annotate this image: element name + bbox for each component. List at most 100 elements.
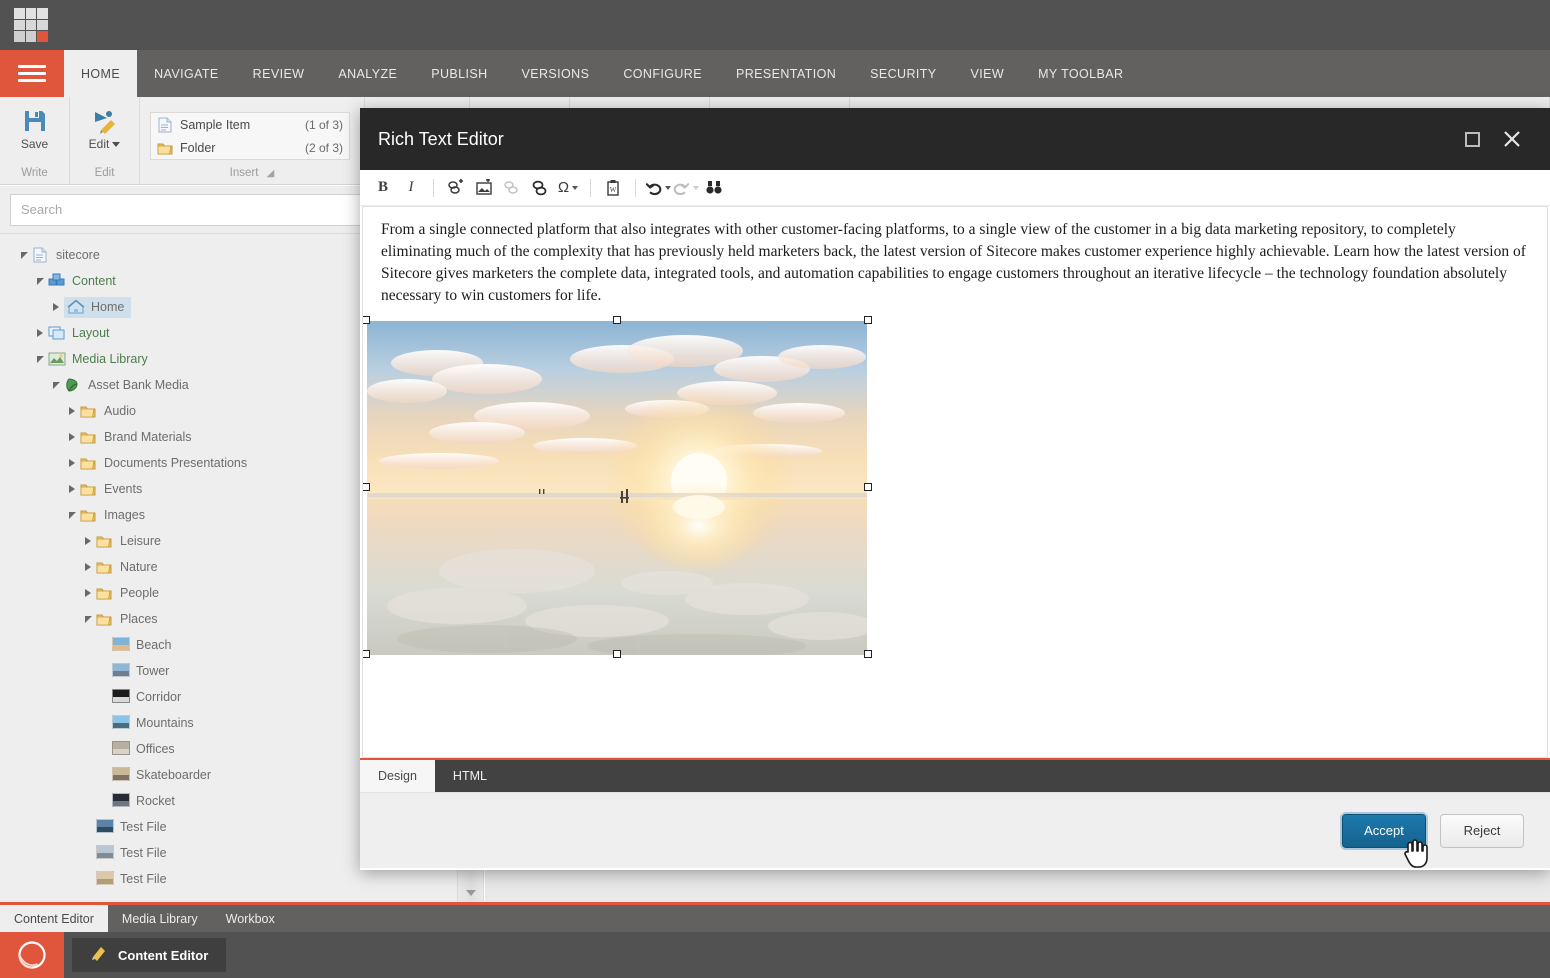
tree-item-label: Media Library [72, 352, 148, 366]
resize-handle-w[interactable] [363, 483, 370, 491]
collapse-toggle-icon[interactable] [68, 511, 76, 519]
reject-button[interactable]: Reject [1440, 813, 1524, 848]
ribbon-tab-versions[interactable]: VERSIONS [505, 50, 607, 97]
sitecore-logo[interactable] [14, 8, 48, 42]
expand-toggle-icon[interactable] [69, 485, 75, 493]
tree-toggle[interactable] [80, 845, 96, 861]
ribbon-tab-presentation[interactable]: PRESENTATION [719, 50, 853, 97]
bold-icon[interactable]: B [370, 175, 396, 201]
ribbon-tab-security[interactable]: SECURITY [853, 50, 953, 97]
editor-paragraph[interactable]: From a single connected platform that al… [363, 207, 1547, 307]
tree-toggle[interactable] [32, 351, 48, 367]
tree-toggle[interactable] [48, 299, 64, 315]
ribbon-tab-configure[interactable]: CONFIGURE [606, 50, 719, 97]
maximize-icon[interactable] [1452, 119, 1492, 159]
tree-toggle[interactable] [48, 377, 64, 393]
undo-icon[interactable] [645, 175, 671, 201]
tree-toggle[interactable] [64, 455, 80, 471]
find-replace-icon[interactable] [701, 175, 727, 201]
tree-toggle[interactable] [96, 715, 112, 731]
hyperlink-manager-icon[interactable] [527, 175, 553, 201]
tree-toggle[interactable] [96, 663, 112, 679]
insert-link-icon[interactable] [443, 175, 469, 201]
chevron-down-icon [112, 141, 121, 147]
expand-toggle-icon[interactable] [69, 407, 75, 415]
ribbon-tabs: HOME NAVIGATE REVIEW ANALYZE PUBLISH VERSIONS… [64, 50, 1140, 97]
special-character-icon[interactable]: Ω [555, 175, 581, 201]
tree-toggle[interactable] [80, 819, 96, 835]
sitecore-content-editor-window: HOME NAVIGATE REVIEW ANALYZE PUBLISH VERSIONS… [0, 0, 1550, 978]
ribbon-tab-my-toolbar[interactable]: MY TOOLBAR [1021, 50, 1140, 97]
expand-toggle-icon[interactable] [85, 537, 91, 545]
expand-toggle-icon[interactable] [85, 589, 91, 597]
paste-from-word-icon[interactable]: W [600, 175, 626, 201]
insert-item-folder[interactable]: Folder (2 of 3) [151, 136, 349, 159]
tree-toggle[interactable] [80, 585, 96, 601]
ribbon-tab-navigate[interactable]: NAVIGATE [137, 50, 236, 97]
accept-button[interactable]: Accept [1342, 813, 1426, 848]
expand-toggle-icon[interactable] [53, 303, 59, 311]
tree-toggle[interactable] [80, 611, 96, 627]
tree-toggle[interactable] [96, 741, 112, 757]
bottom-tab-media-library[interactable]: Media Library [108, 905, 212, 932]
tree-item-selected[interactable]: Home [64, 296, 132, 318]
tree-toggle[interactable] [80, 559, 96, 575]
bottom-tab-workbox[interactable]: Workbox [212, 905, 289, 932]
tree-toggle[interactable] [64, 507, 80, 523]
folder-icon [96, 585, 114, 601]
tree-toggle[interactable] [32, 325, 48, 341]
ribbon-group-write-label: Write [21, 167, 48, 179]
bottom-tab-content-editor[interactable]: Content Editor [0, 905, 108, 932]
resize-handle-nw[interactable] [363, 316, 370, 324]
collapse-toggle-icon[interactable] [36, 355, 44, 363]
tree-toggle[interactable] [96, 637, 112, 653]
tree-toggle[interactable] [64, 481, 80, 497]
resize-handle-sw[interactable] [363, 650, 370, 658]
expand-toggle-icon[interactable] [37, 329, 43, 337]
tree-toggle[interactable] [64, 403, 80, 419]
save-button[interactable]: Save [0, 106, 69, 151]
tree-toggle[interactable] [80, 871, 96, 887]
ribbon-tab-home[interactable]: HOME [64, 50, 138, 97]
ribbon-tab-publish[interactable]: PUBLISH [414, 50, 504, 97]
expand-toggle-icon[interactable] [85, 563, 91, 571]
insert-image-icon[interactable] [471, 175, 497, 201]
dialog-launcher-icon[interactable]: ◢ [267, 168, 275, 179]
resize-handle-e[interactable] [864, 483, 872, 491]
italic-icon[interactable]: I [398, 175, 424, 201]
resize-handle-se[interactable] [864, 650, 872, 658]
resize-handle-ne[interactable] [864, 316, 872, 324]
tree-toggle[interactable] [32, 273, 48, 289]
save-icon [22, 108, 48, 134]
close-icon[interactable] [1492, 119, 1532, 159]
collapse-toggle-icon[interactable] [36, 277, 44, 285]
ribbon-tab-review[interactable]: REVIEW [236, 50, 322, 97]
ribbon-tab-view[interactable]: VIEW [954, 50, 1022, 97]
home-icon [67, 299, 85, 315]
expand-toggle-icon[interactable] [69, 459, 75, 467]
tree-toggle[interactable] [96, 793, 112, 809]
editor-tab-html[interactable]: HTML [435, 760, 505, 792]
selected-image-wrapper[interactable] [363, 316, 872, 658]
editor-tab-design[interactable]: Design [360, 760, 435, 792]
main-menu-icon[interactable] [0, 50, 64, 97]
collapse-toggle-icon[interactable] [84, 615, 92, 623]
sitecore-start-icon[interactable] [0, 932, 64, 978]
resize-handle-s[interactable] [613, 650, 621, 658]
tree-toggle[interactable] [64, 429, 80, 445]
beach-sunset-image[interactable] [367, 321, 867, 655]
tree-toggle[interactable] [96, 689, 112, 705]
tree-toggle[interactable] [16, 247, 32, 263]
ribbon-tab-analyze[interactable]: ANALYZE [321, 50, 414, 97]
tree-toggle[interactable] [96, 767, 112, 783]
edit-button[interactable]: Edit [70, 106, 139, 151]
editor-canvas[interactable]: From a single connected platform that al… [362, 206, 1548, 758]
expand-toggle-icon[interactable] [69, 433, 75, 441]
taskbar-item-content-editor[interactable]: Content Editor [72, 938, 227, 972]
insert-item-sample-item[interactable]: Sample Item (1 of 3) [151, 113, 349, 136]
resize-handle-n[interactable] [613, 316, 621, 324]
scroll-down-icon[interactable] [466, 890, 476, 896]
collapse-toggle-icon[interactable] [52, 381, 60, 389]
tree-toggle[interactable] [80, 533, 96, 549]
collapse-toggle-icon[interactable] [20, 251, 28, 259]
